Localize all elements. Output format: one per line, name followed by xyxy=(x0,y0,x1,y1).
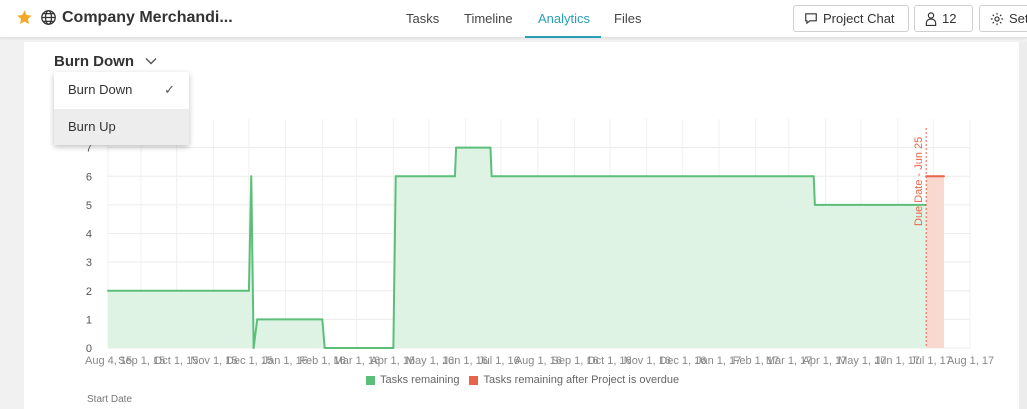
data-point xyxy=(107,289,109,292)
due-date-annotation: Due Date - Jun 25 xyxy=(913,137,925,226)
data-point xyxy=(321,318,324,321)
data-point xyxy=(247,289,250,292)
start-date-label: Start Date xyxy=(87,394,133,405)
y-tick-label: 3 xyxy=(86,257,92,269)
dropdown-option-label: Burn Down xyxy=(68,82,133,97)
y-tick-label: 6 xyxy=(86,171,92,183)
dropdown-option-label: Burn Up xyxy=(68,119,116,134)
data-point xyxy=(256,318,259,321)
x-tick-label: Aug 1, 17 xyxy=(947,355,994,367)
chevron-down-icon[interactable] xyxy=(145,57,157,65)
report-type-select[interactable]: Burn Down xyxy=(54,53,134,70)
y-tick-label: 2 xyxy=(86,286,92,298)
data-point xyxy=(813,203,816,206)
overdue-area xyxy=(926,176,944,348)
y-tick-label: 5 xyxy=(86,200,92,212)
x-tick-label: Jul 1, 16 xyxy=(478,355,520,367)
data-point xyxy=(453,175,456,178)
checkmark-icon: ✓ xyxy=(164,82,175,97)
dropdown-option-burn-down[interactable]: Burn Down ✓ xyxy=(54,72,189,108)
chart-legend: Tasks remaining Tasks remaining after Pr… xyxy=(366,374,689,386)
data-point xyxy=(942,175,945,178)
data-point xyxy=(490,175,493,178)
report-type-dropdown: Burn Down ✓ Burn Up xyxy=(54,72,189,145)
x-tick-label: Jul 1, 17 xyxy=(910,355,952,367)
legend-swatch-green xyxy=(366,375,375,385)
legend-swatch-red xyxy=(469,375,479,385)
y-tick-label: 0 xyxy=(86,343,92,355)
data-point xyxy=(812,175,815,178)
legend-item-overdue[interactable]: Tasks remaining after Project is overdue xyxy=(469,374,679,386)
data-point xyxy=(323,347,326,349)
tasks-remaining-area xyxy=(108,147,927,348)
legend-label: Tasks remaining xyxy=(380,374,460,386)
legend-label: Tasks remaining after Project is overdue xyxy=(483,374,680,386)
y-tick-label: 4 xyxy=(86,229,92,241)
data-point xyxy=(252,347,255,349)
data-point xyxy=(455,146,458,149)
dropdown-option-burn-up[interactable]: Burn Up xyxy=(54,109,189,145)
y-tick-label: 1 xyxy=(86,314,92,326)
data-point xyxy=(392,347,395,349)
data-point xyxy=(250,175,253,178)
data-point xyxy=(394,175,397,178)
legend-item-remaining[interactable]: Tasks remaining xyxy=(366,374,459,386)
data-point xyxy=(489,146,492,149)
